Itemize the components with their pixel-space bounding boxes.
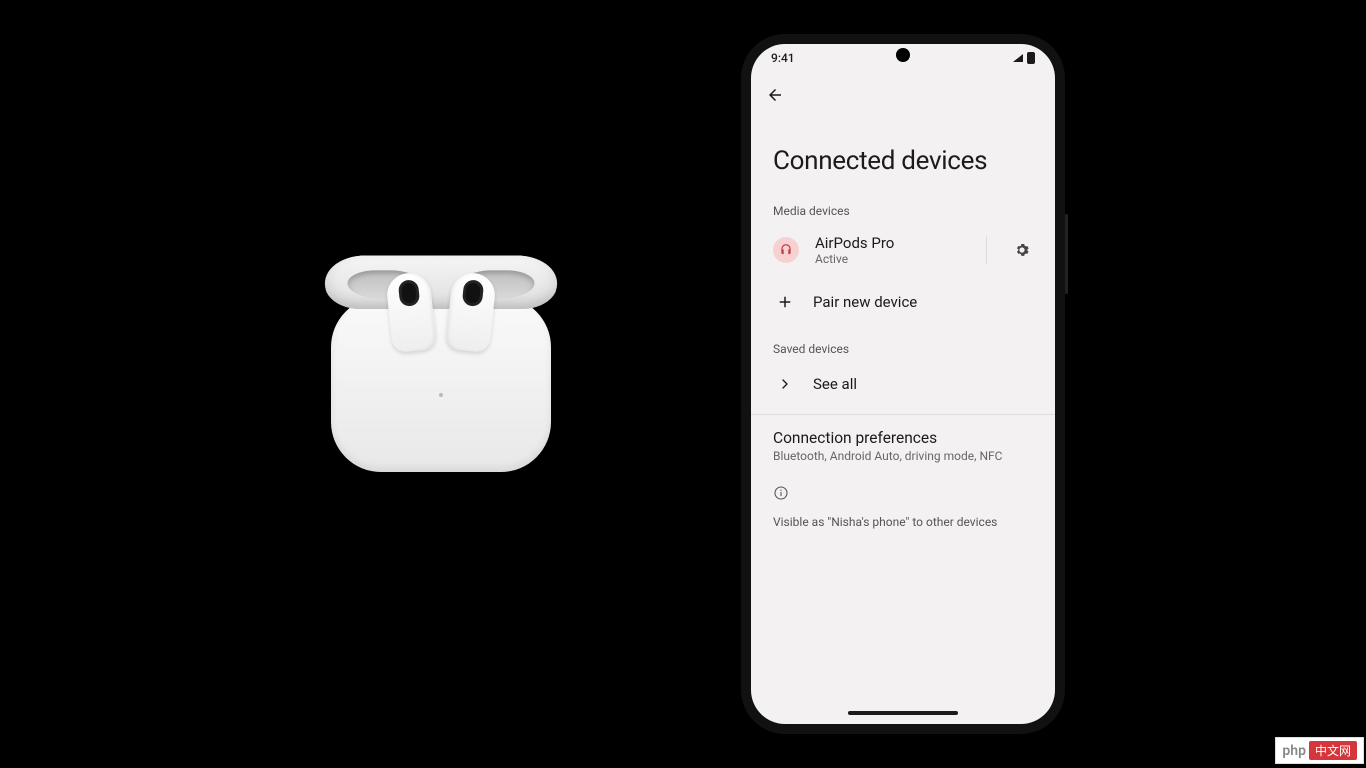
device-status: Active (815, 252, 970, 266)
watermark-right: 中文网 (1309, 741, 1357, 760)
phone-screen: 9:41 Connected devices Media devices (751, 44, 1055, 724)
phone-mockup: 9:41 Connected devices Media devices (741, 34, 1065, 734)
battery-icon (1027, 52, 1035, 64)
device-settings-button[interactable] (1011, 241, 1033, 259)
gesture-nav-bar[interactable] (751, 702, 1055, 724)
section-media-devices-label: Media devices (751, 198, 1055, 222)
back-button[interactable] (765, 85, 785, 105)
device-name: AirPods Pro (815, 234, 970, 252)
device-row-airpods[interactable]: AirPods Pro Active (751, 222, 1055, 278)
watermark-left: php (1282, 743, 1306, 759)
see-all-label: See all (813, 375, 857, 393)
visibility-text: Visible as "Nisha's phone" to other devi… (751, 511, 1055, 533)
chevron-right-icon (773, 372, 797, 396)
phone-power-button-icon (1065, 214, 1068, 294)
page-title: Connected devices (751, 118, 1055, 198)
airpods-case (331, 297, 551, 472)
status-time: 9:41 (771, 51, 795, 65)
plus-icon (773, 290, 797, 314)
pair-new-device-label: Pair new device (813, 293, 917, 311)
arrow-left-icon (766, 86, 784, 104)
gear-icon (1013, 241, 1031, 259)
status-bar: 9:41 (751, 44, 1055, 72)
connection-preferences-row[interactable]: Connection preferences Bluetooth, Androi… (751, 415, 1055, 477)
connection-preferences-title: Connection preferences (751, 415, 1055, 447)
vertical-divider (986, 236, 987, 264)
pair-new-device-row[interactable]: Pair new device (751, 278, 1055, 326)
stage: 9:41 Connected devices Media devices (0, 0, 1366, 768)
section-saved-devices-label: Saved devices (751, 336, 1055, 360)
headphone-icon (773, 237, 799, 263)
watermark-badge: php 中文网 (1275, 737, 1364, 764)
app-bar (751, 72, 1055, 118)
airpods-product-image (301, 244, 581, 524)
device-text: AirPods Pro Active (815, 234, 970, 266)
connection-preferences-subtitle: Bluetooth, Android Auto, driving mode, N… (751, 447, 1055, 477)
airpods-case-lid (315, 255, 568, 309)
charging-led-icon (439, 393, 443, 397)
info-icon (751, 477, 1055, 511)
status-right (1013, 52, 1035, 64)
signal-icon (1013, 54, 1023, 62)
camera-cutout-icon (896, 48, 910, 62)
see-all-row[interactable]: See all (751, 360, 1055, 408)
